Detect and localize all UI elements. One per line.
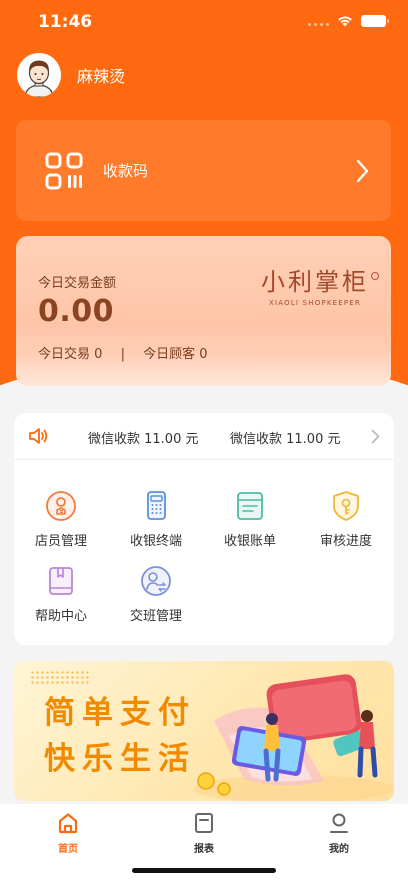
wifi-icon — [338, 16, 352, 27]
menu-label: 收银账单 — [223, 534, 276, 549]
menu-label: 收银终端 — [129, 534, 182, 549]
status-icons — [308, 15, 389, 27]
speaker-icon — [29, 428, 48, 444]
payment-notice-text: 微信收款 11.00 元 — [88, 432, 199, 447]
banner-dot-pattern — [30, 670, 90, 684]
brand-logo: 小利掌柜 XIAOLI SHOPKEEPER — [261, 262, 379, 307]
tab-report[interactable]: 报表 — [174, 812, 234, 855]
menu-review-progress[interactable]: 审核进度 — [301, 490, 391, 560]
help-book-icon — [49, 567, 73, 595]
function-menu-card: 微信收款 11.00 元 微信收款 11.00 元 店员管理 收银终端 收银账单… — [14, 413, 394, 645]
profile-icon — [330, 813, 348, 833]
user-name: 麻辣烫 — [77, 67, 126, 86]
payment-illustration — [194, 674, 394, 801]
customers-value: 0 — [199, 347, 208, 362]
menu-shift-handover[interactable]: 交班管理 — [111, 565, 201, 635]
tab-label: 首页 — [58, 844, 78, 855]
menu-label: 店员管理 — [34, 534, 87, 549]
payment-qr-code-card[interactable]: 收款码 — [16, 120, 391, 221]
cashier-terminal-icon — [147, 491, 166, 520]
menu-staff-management[interactable]: 店员管理 — [16, 490, 106, 560]
transactions-label: 今日交易 — [38, 347, 91, 362]
avatar-icon[interactable] — [17, 53, 61, 97]
status-bar: 11:46 — [0, 0, 408, 46]
tab-home[interactable]: 首页 — [38, 812, 98, 855]
chevron-right-icon — [371, 429, 380, 444]
chevron-right-icon — [356, 159, 369, 183]
brand-logo-en: XIAOLI SHOPKEEPER — [268, 299, 361, 307]
menu-label: 审核进度 — [319, 534, 372, 549]
review-progress-icon — [333, 491, 359, 521]
transactions-value: 0 — [94, 347, 103, 362]
amount-label: 今日交易金额 — [38, 276, 117, 291]
stats-summary: 今日交易 0 | 今日顾客 0 — [38, 343, 208, 362]
brand-logo-cn: 小利掌柜 — [261, 262, 379, 297]
staff-icon — [46, 491, 76, 521]
today-stats-card: 今日交易金额 0.00 今日交易 0 | 今日顾客 0 小利掌柜 XIAOLI … — [16, 236, 391, 386]
bill-icon — [237, 492, 263, 520]
shift-handover-icon — [141, 566, 171, 596]
stats-separator: | — [120, 347, 125, 362]
battery-icon — [361, 15, 389, 27]
qr-code-icon — [45, 152, 83, 189]
home-indicator — [132, 868, 276, 873]
home-icon — [58, 813, 78, 834]
payment-notice-bar[interactable]: 微信收款 11.00 元 微信收款 11.00 元 — [14, 413, 394, 460]
menu-cashier-bill[interactable]: 收银账单 — [205, 490, 295, 560]
user-profile[interactable]: 麻辣烫 — [17, 52, 125, 98]
amount-value: 0.00 — [38, 294, 115, 329]
promo-banner[interactable]: 简单支付 快乐生活 — [14, 661, 394, 801]
menu-label: 交班管理 — [129, 609, 182, 624]
customers-label: 今日顾客 — [143, 347, 196, 362]
report-icon — [195, 813, 213, 833]
payment-notice-text: 微信收款 11.00 元 — [230, 432, 341, 447]
menu-label: 帮助中心 — [34, 609, 87, 624]
status-time: 11:46 — [38, 12, 93, 32]
tab-mine[interactable]: 我的 — [309, 812, 369, 855]
tab-label: 报表 — [194, 844, 214, 855]
menu-help-center[interactable]: 帮助中心 — [16, 565, 106, 635]
menu-cashier-terminal[interactable]: 收银终端 — [111, 490, 201, 560]
qr-card-label: 收款码 — [103, 162, 149, 180]
tab-label: 我的 — [329, 844, 349, 855]
cellular-signal-icon — [308, 16, 329, 26]
